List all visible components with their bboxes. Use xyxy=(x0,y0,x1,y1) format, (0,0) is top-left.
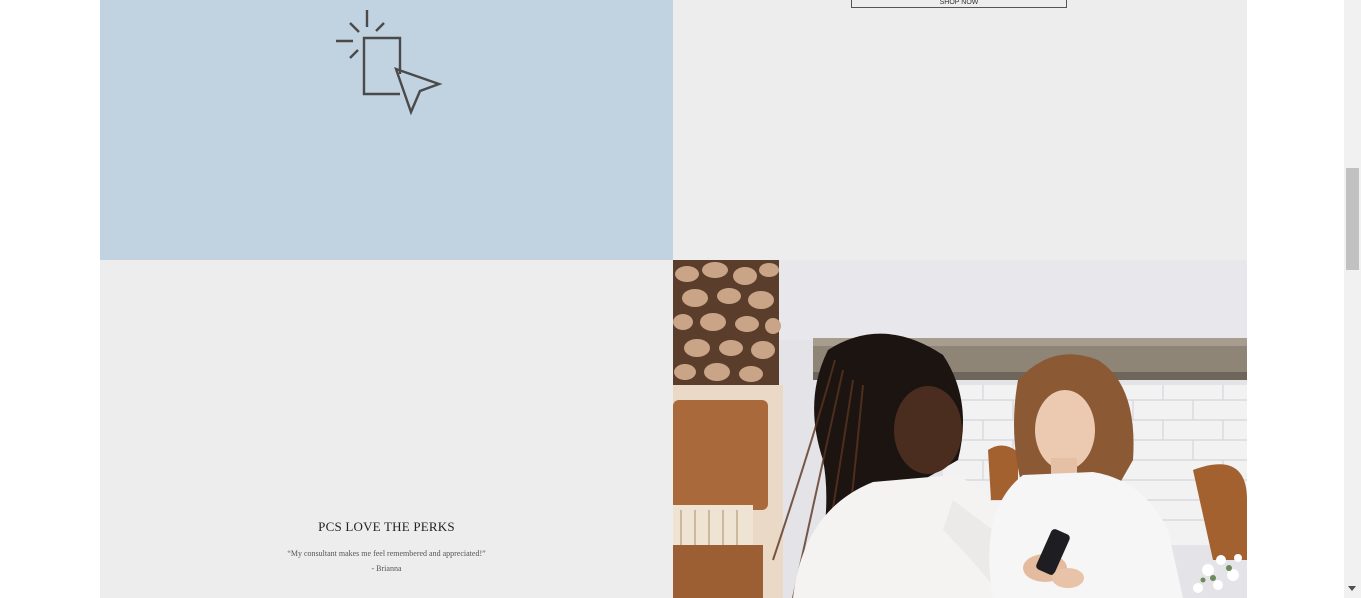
photo-illustration xyxy=(673,260,1247,598)
feature-grid: SHOP NOW PCS LOVE THE PERKS “My consulta… xyxy=(100,0,1247,598)
perks-tile: PCS LOVE THE PERKS “My consultant makes … xyxy=(100,260,673,598)
scroll-down-arrow-icon[interactable] xyxy=(1348,586,1356,591)
testimonial-quote: “My consultant makes me feel remembered … xyxy=(287,549,486,558)
shop-now-label: SHOP NOW xyxy=(939,0,979,6)
testimonial-author: - Brianna xyxy=(371,564,402,573)
click-feature-tile xyxy=(100,0,673,260)
perks-title: PCS LOVE THE PERKS xyxy=(318,519,455,534)
two-women-looking-at-phone-photo xyxy=(673,260,1247,598)
shop-tile: SHOP NOW xyxy=(673,0,1247,260)
scrollbar-thumb[interactable] xyxy=(1346,168,1359,270)
shop-now-button[interactable]: SHOP NOW xyxy=(851,0,1067,8)
page-scrollbar[interactable] xyxy=(1344,0,1361,598)
cursor-click-icon xyxy=(336,10,443,116)
